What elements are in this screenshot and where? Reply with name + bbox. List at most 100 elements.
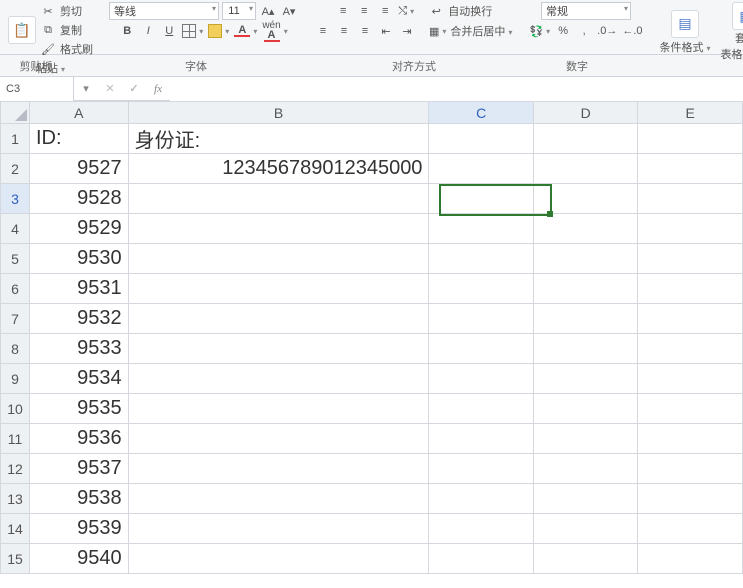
cell-D9[interactable] [533, 364, 638, 394]
cell-E5[interactable] [638, 244, 743, 274]
cell-A14[interactable]: 9539 [29, 514, 128, 544]
row-header[interactable]: 5 [1, 244, 30, 274]
cell-B4[interactable] [128, 214, 429, 244]
format-as-table-button[interactable]: ▦ 套用 表格格式 [721, 2, 743, 62]
cell-A13[interactable]: 9538 [29, 484, 128, 514]
col-header-D[interactable]: D [533, 102, 638, 124]
cut-icon[interactable]: ✂ [39, 2, 57, 20]
cell-E15[interactable] [638, 544, 743, 574]
cell-C8[interactable] [429, 334, 534, 364]
cell-E13[interactable] [638, 484, 743, 514]
number-format-combo[interactable] [541, 2, 631, 20]
decrease-decimal-icon[interactable]: ←.0 [621, 22, 643, 40]
conditional-format-button[interactable]: ▤ 条件格式 [660, 10, 711, 55]
currency-button[interactable]: 💱 [528, 22, 551, 40]
cell-E9[interactable] [638, 364, 743, 394]
row-header[interactable]: 13 [1, 484, 30, 514]
cell-C3[interactable] [429, 184, 534, 214]
cell-E2[interactable] [638, 154, 743, 184]
formula-input[interactable] [170, 77, 743, 101]
cell-E11[interactable] [638, 424, 743, 454]
row-header[interactable]: 4 [1, 214, 30, 244]
cell-D13[interactable] [533, 484, 638, 514]
font-color-button[interactable]: A [233, 22, 258, 40]
cell-C2[interactable] [429, 154, 534, 184]
cell-C15[interactable] [429, 544, 534, 574]
cell-C14[interactable] [429, 514, 534, 544]
row-header[interactable]: 10 [1, 394, 30, 424]
cell-B1[interactable]: 身份证: [128, 124, 429, 154]
insert-function-icon[interactable]: fx [146, 83, 170, 95]
row-header[interactable]: 1 [1, 124, 30, 154]
cell-E12[interactable] [638, 454, 743, 484]
decrease-font-icon[interactable]: A▾ [280, 2, 298, 20]
select-all-corner[interactable] [1, 102, 30, 124]
cell-A4[interactable]: 9529 [29, 214, 128, 244]
cell-C10[interactable] [429, 394, 534, 424]
cell-C5[interactable] [429, 244, 534, 274]
cell-A7[interactable]: 9532 [29, 304, 128, 334]
percent-button[interactable]: % [554, 22, 572, 40]
font-size-combo[interactable] [222, 2, 256, 20]
align-left-icon[interactable]: ≡ [314, 22, 332, 40]
increase-font-icon[interactable]: A▴ [259, 2, 277, 20]
cell-C11[interactable] [429, 424, 534, 454]
row-header[interactable]: 8 [1, 334, 30, 364]
bold-button[interactable]: B [118, 22, 136, 40]
cell-D5[interactable] [533, 244, 638, 274]
cell-D1[interactable] [533, 124, 638, 154]
align-center-icon[interactable]: ≡ [335, 22, 353, 40]
cell-A1[interactable]: ID: [29, 124, 128, 154]
cell-B2[interactable]: 123456789012345000 [128, 154, 429, 184]
cell-A9[interactable]: 9534 [29, 364, 128, 394]
cell-E3[interactable] [638, 184, 743, 214]
align-bottom-icon[interactable]: ≡ [376, 2, 394, 20]
cell-D8[interactable] [533, 334, 638, 364]
row-header[interactable]: 9 [1, 364, 30, 394]
cell-E1[interactable] [638, 124, 743, 154]
cell-E14[interactable] [638, 514, 743, 544]
align-right-icon[interactable]: ≡ [356, 22, 374, 40]
align-top-icon[interactable]: ≡ [334, 2, 352, 20]
col-header-E[interactable]: E [638, 102, 743, 124]
cell-B8[interactable] [128, 334, 429, 364]
align-middle-icon[interactable]: ≡ [355, 2, 373, 20]
cell-E6[interactable] [638, 274, 743, 304]
cell-B10[interactable] [128, 394, 429, 424]
cell-B11[interactable] [128, 424, 429, 454]
name-box[interactable] [0, 77, 74, 101]
cell-D12[interactable] [533, 454, 638, 484]
cell-D14[interactable] [533, 514, 638, 544]
paste-icon[interactable]: 📋 [8, 16, 36, 44]
cell-E7[interactable] [638, 304, 743, 334]
cell-A8[interactable]: 9533 [29, 334, 128, 364]
italic-button[interactable]: I [139, 22, 157, 40]
cell-A10[interactable]: 9535 [29, 394, 128, 424]
underline-button[interactable]: U [160, 22, 178, 40]
increase-decimal-icon[interactable]: .0→ [596, 22, 618, 40]
col-header-C[interactable]: C [429, 102, 534, 124]
cell-C4[interactable] [429, 214, 534, 244]
cell-A2[interactable]: 9527 [29, 154, 128, 184]
cell-A5[interactable]: 9530 [29, 244, 128, 274]
cell-A15[interactable]: 9540 [29, 544, 128, 574]
cell-A12[interactable]: 9537 [29, 454, 128, 484]
cell-D6[interactable] [533, 274, 638, 304]
cell-C12[interactable] [429, 454, 534, 484]
cell-C13[interactable] [429, 484, 534, 514]
cell-D3[interactable] [533, 184, 638, 214]
row-header[interactable]: 3 [1, 184, 30, 214]
col-header-B[interactable]: B [128, 102, 429, 124]
copy-icon[interactable]: ⧉ [39, 21, 57, 39]
cell-B9[interactable] [128, 364, 429, 394]
cell-B3[interactable] [128, 184, 429, 214]
row-header[interactable]: 12 [1, 454, 30, 484]
row-header[interactable]: 2 [1, 154, 30, 184]
fill-color-button[interactable] [207, 22, 230, 40]
comma-button[interactable]: , [575, 22, 593, 40]
cell-D2[interactable] [533, 154, 638, 184]
cell-D4[interactable] [533, 214, 638, 244]
orientation-button[interactable]: ⤭ [397, 2, 415, 20]
grid[interactable]: A B C D E 1ID:身份证:2952712345678901234500… [0, 101, 743, 574]
cell-D10[interactable] [533, 394, 638, 424]
